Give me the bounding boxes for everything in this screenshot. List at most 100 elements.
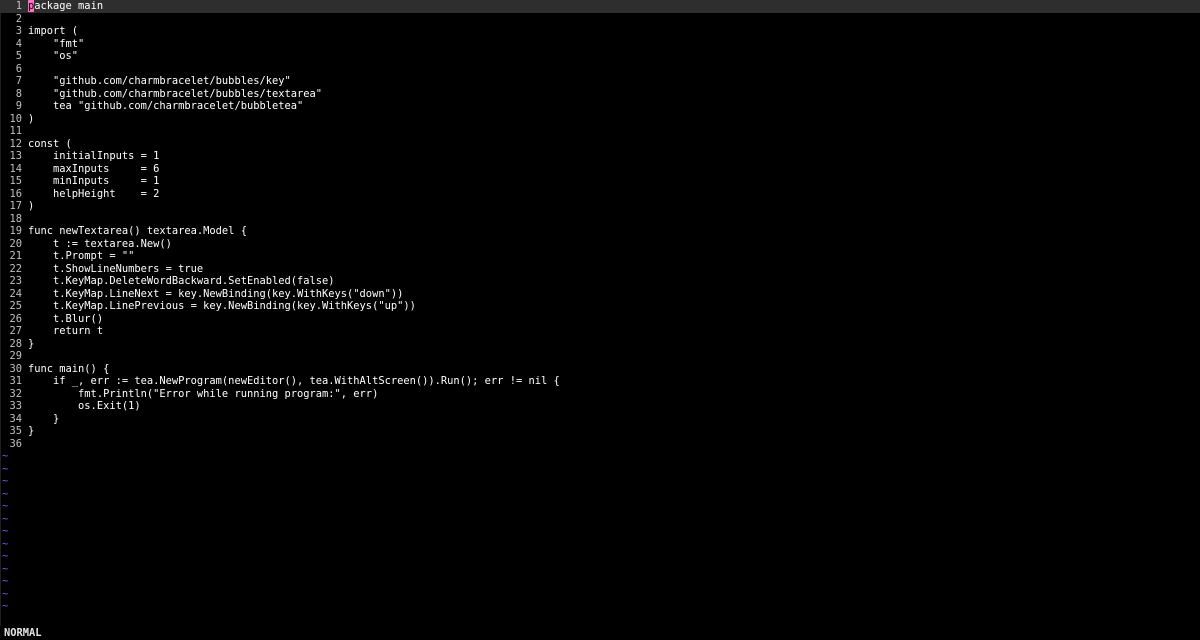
code-text: t.KeyMap.DeleteWordBackward.SetEnabled(f… bbox=[28, 275, 1200, 288]
code-text: t := textarea.New() bbox=[28, 238, 1200, 251]
code-line[interactable]: 12const ( bbox=[0, 138, 1200, 151]
line-number: 1 bbox=[0, 0, 28, 13]
code-text: } bbox=[28, 425, 1200, 438]
code-line[interactable]: 10) bbox=[0, 113, 1200, 126]
line-number: 13 bbox=[0, 150, 28, 163]
code-text: ) bbox=[28, 200, 1200, 213]
line-number: 35 bbox=[0, 425, 28, 438]
code-line[interactable]: 8 "github.com/charmbracelet/bubbles/text… bbox=[0, 88, 1200, 101]
code-line[interactable]: 25 t.KeyMap.LinePrevious = key.NewBindin… bbox=[0, 300, 1200, 313]
tilde-marker: ~ bbox=[0, 500, 8, 513]
code-text: import ( bbox=[28, 25, 1200, 38]
code-line[interactable]: 1package main bbox=[0, 0, 1200, 13]
line-number: 17 bbox=[0, 200, 28, 213]
tilde-marker: ~ bbox=[0, 463, 8, 476]
code-line[interactable]: 36 bbox=[0, 438, 1200, 451]
code-line[interactable]: 27 return t bbox=[0, 325, 1200, 338]
empty-line: ~ bbox=[0, 550, 1200, 563]
code-text: return t bbox=[28, 325, 1200, 338]
code-text: tea "github.com/charmbracelet/bubbletea" bbox=[28, 100, 1200, 113]
line-number: 10 bbox=[0, 113, 28, 126]
empty-line: ~ bbox=[0, 538, 1200, 551]
code-text: initialInputs = 1 bbox=[28, 150, 1200, 163]
code-area[interactable]: 1package main23import (4 "fmt"5 "os"67 "… bbox=[0, 0, 1200, 626]
code-line[interactable]: 32 fmt.Println("Error while running prog… bbox=[0, 388, 1200, 401]
status-bar: NORMAL bbox=[0, 626, 1200, 640]
empty-line: ~ bbox=[0, 450, 1200, 463]
code-line[interactable]: 11 bbox=[0, 125, 1200, 138]
code-line[interactable]: 29 bbox=[0, 350, 1200, 363]
code-text: const ( bbox=[28, 138, 1200, 151]
tilde-marker: ~ bbox=[0, 450, 8, 463]
code-text: "github.com/charmbracelet/bubbles/textar… bbox=[28, 88, 1200, 101]
empty-line: ~ bbox=[0, 600, 1200, 613]
code-text: } bbox=[28, 338, 1200, 351]
editor-window[interactable]: 1package main23import (4 "fmt"5 "os"67 "… bbox=[0, 0, 1200, 640]
line-number: 21 bbox=[0, 250, 28, 263]
code-line[interactable]: 30func main() { bbox=[0, 363, 1200, 376]
code-line[interactable]: 21 t.Prompt = "" bbox=[0, 250, 1200, 263]
code-text bbox=[28, 350, 1200, 363]
tilde-marker: ~ bbox=[0, 563, 8, 576]
code-line[interactable]: 5 "os" bbox=[0, 50, 1200, 63]
tilde-marker: ~ bbox=[0, 525, 8, 538]
code-text: package main bbox=[28, 0, 1200, 13]
empty-line: ~ bbox=[0, 513, 1200, 526]
code-line[interactable]: 6 bbox=[0, 63, 1200, 76]
code-text: t.ShowLineNumbers = true bbox=[28, 263, 1200, 276]
empty-line: ~ bbox=[0, 575, 1200, 588]
tilde-marker: ~ bbox=[0, 538, 8, 551]
empty-line: ~ bbox=[0, 463, 1200, 476]
line-number: 16 bbox=[0, 188, 28, 201]
line-number: 9 bbox=[0, 100, 28, 113]
code-line[interactable]: 7 "github.com/charmbracelet/bubbles/key" bbox=[0, 75, 1200, 88]
code-line[interactable]: 23 t.KeyMap.DeleteWordBackward.SetEnable… bbox=[0, 275, 1200, 288]
empty-line: ~ bbox=[0, 475, 1200, 488]
code-text bbox=[28, 63, 1200, 76]
tilde-marker: ~ bbox=[0, 475, 8, 488]
cursor: p bbox=[28, 0, 34, 12]
code-line[interactable]: 9 tea "github.com/charmbracelet/bubblete… bbox=[0, 100, 1200, 113]
code-text: } bbox=[28, 413, 1200, 426]
code-line[interactable]: 35} bbox=[0, 425, 1200, 438]
line-number: 20 bbox=[0, 238, 28, 251]
tilde-marker: ~ bbox=[0, 550, 8, 563]
line-number: 24 bbox=[0, 288, 28, 301]
code-line[interactable]: 18 bbox=[0, 213, 1200, 226]
code-text: fmt.Println("Error while running program… bbox=[28, 388, 1200, 401]
code-line[interactable]: 16 helpHeight = 2 bbox=[0, 188, 1200, 201]
code-line[interactable]: 28} bbox=[0, 338, 1200, 351]
code-line[interactable]: 2 bbox=[0, 13, 1200, 26]
empty-line: ~ bbox=[0, 488, 1200, 501]
code-line[interactable]: 26 t.Blur() bbox=[0, 313, 1200, 326]
code-text: helpHeight = 2 bbox=[28, 188, 1200, 201]
line-number: 22 bbox=[0, 263, 28, 276]
code-line[interactable]: 19func newTextarea() textarea.Model { bbox=[0, 225, 1200, 238]
code-line[interactable]: 14 maxInputs = 6 bbox=[0, 163, 1200, 176]
code-text: "fmt" bbox=[28, 38, 1200, 51]
code-line[interactable]: 22 t.ShowLineNumbers = true bbox=[0, 263, 1200, 276]
line-number: 3 bbox=[0, 25, 28, 38]
empty-line: ~ bbox=[0, 500, 1200, 513]
code-line[interactable]: 24 t.KeyMap.LineNext = key.NewBinding(ke… bbox=[0, 288, 1200, 301]
line-number: 5 bbox=[0, 50, 28, 63]
tilde-marker: ~ bbox=[0, 575, 8, 588]
code-line[interactable]: 33 os.Exit(1) bbox=[0, 400, 1200, 413]
code-line[interactable]: 15 minInputs = 1 bbox=[0, 175, 1200, 188]
line-number: 18 bbox=[0, 213, 28, 226]
code-line[interactable]: 3import ( bbox=[0, 25, 1200, 38]
code-line[interactable]: 17) bbox=[0, 200, 1200, 213]
code-line[interactable]: 20 t := textarea.New() bbox=[0, 238, 1200, 251]
empty-line: ~ bbox=[0, 588, 1200, 601]
code-line[interactable]: 34 } bbox=[0, 413, 1200, 426]
tilde-marker: ~ bbox=[0, 600, 8, 613]
line-number: 27 bbox=[0, 325, 28, 338]
code-line[interactable]: 31 if _, err := tea.NewProgram(newEditor… bbox=[0, 375, 1200, 388]
empty-line: ~ bbox=[0, 563, 1200, 576]
line-number: 7 bbox=[0, 75, 28, 88]
line-number: 19 bbox=[0, 225, 28, 238]
line-number: 11 bbox=[0, 125, 28, 138]
line-number: 32 bbox=[0, 388, 28, 401]
code-line[interactable]: 4 "fmt" bbox=[0, 38, 1200, 51]
code-line[interactable]: 13 initialInputs = 1 bbox=[0, 150, 1200, 163]
